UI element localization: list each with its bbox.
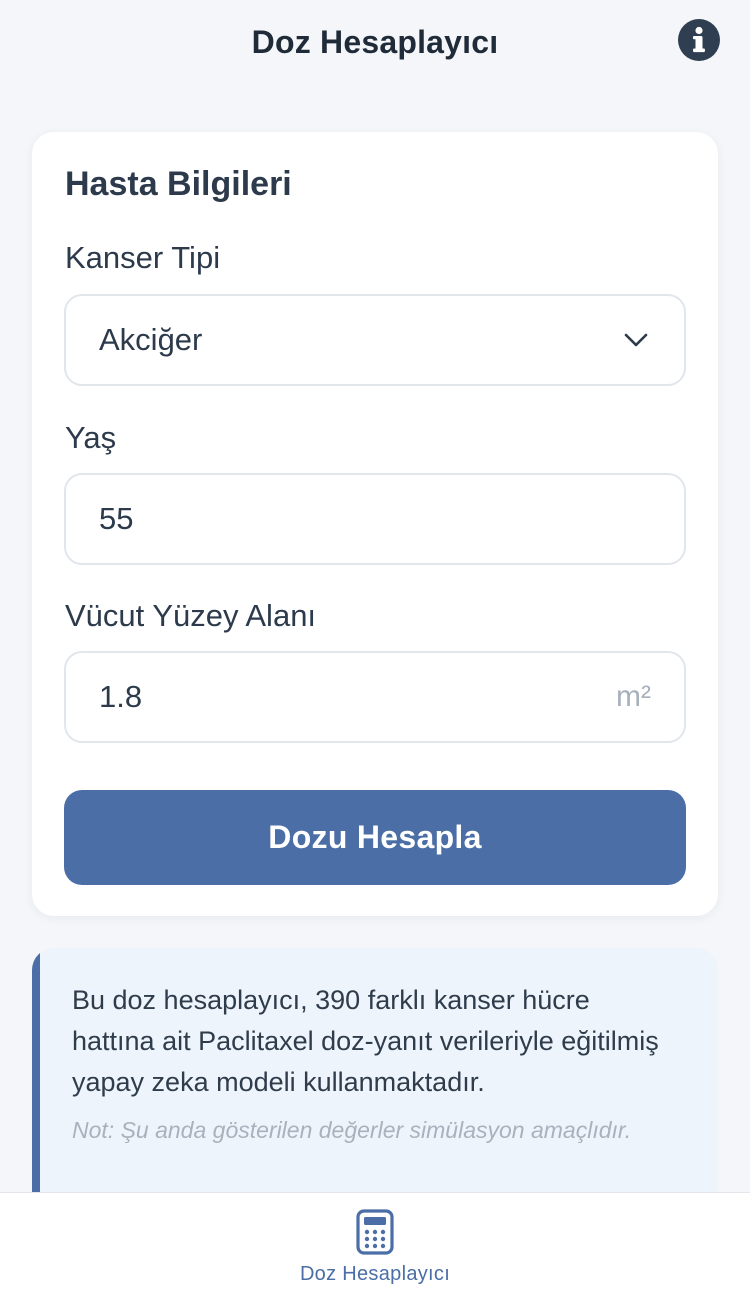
screen: Doz Hesaplayıcı Hasta Bilgileri Kanser T… <box>0 0 750 1290</box>
cancer-type-value: Akciğer <box>99 322 203 357</box>
cancer-type-label: Kanser Tipi <box>65 240 221 275</box>
info-text: Bu doz hesaplayıcı, 390 farklı kanser hü… <box>72 985 659 1097</box>
info-note: Not: Şu anda gösterilen değerler simülas… <box>72 1117 632 1143</box>
page-title: Doz Hesaplayıcı <box>251 23 499 60</box>
calculate-dose-button[interactable]: Dozu Hesapla <box>64 790 686 885</box>
tab-label: Doz Hesaplayıcı <box>299 1263 451 1285</box>
patient-info-card: Hasta Bilgileri Kanser Tipi Akciğer Yaş … <box>32 132 718 916</box>
bsa-unit: m² <box>616 680 651 713</box>
bsa-label: Vücut Yüzey Alanı <box>65 598 317 633</box>
info-button[interactable] <box>678 19 720 61</box>
bsa-value: 1.8 <box>99 679 143 714</box>
app-header: Doz Hesaplayıcı <box>0 0 750 84</box>
tab-bar: Doz Hesaplayıcı <box>0 1192 750 1290</box>
bsa-input[interactable]: 1.8 m² <box>64 651 686 743</box>
age-value: 55 <box>99 501 134 536</box>
card-title: Hasta Bilgileri <box>65 165 292 203</box>
calculator-icon <box>356 1209 394 1255</box>
chevron-down-icon <box>624 333 648 347</box>
info-circle-icon <box>693 26 705 53</box>
model-info-box: Bu doz hesaplayıcı, 390 farklı kanser hü… <box>32 948 718 1198</box>
age-label: Yaş <box>65 420 117 455</box>
cancer-type-select[interactable]: Akciğer <box>64 294 686 386</box>
age-input[interactable]: 55 <box>64 473 686 565</box>
info-accent-bar <box>32 948 40 1198</box>
tab-dose-calculator[interactable]: Doz Hesaplayıcı <box>270 1193 480 1290</box>
